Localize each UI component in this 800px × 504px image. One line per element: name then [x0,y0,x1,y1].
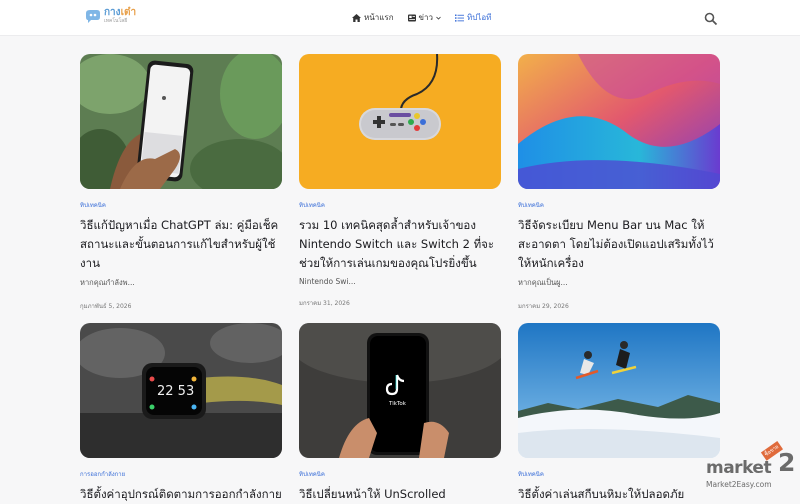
article-category[interactable]: การออกกำลังกาย [80,469,282,479]
search-button[interactable] [704,11,718,26]
article-date: มกราคม 31, 2026 [299,300,350,307]
article-category[interactable]: ทิปเทคนิค [299,200,501,210]
nav-label-news: ข่าว [418,13,433,22]
article-title[interactable]: วิธีจัดระเบียบ Menu Bar บน Mac ให้สะอาดต… [518,216,720,273]
article-category[interactable]: ทิปเทคนิค [518,200,720,210]
article-thumbnail[interactable] [299,54,501,189]
article-excerpt: หากคุณเป็นผู... [518,278,568,287]
article-category[interactable]: ทิปเทคนิค [518,469,720,479]
logo-tagline: เทคโนโลยี [104,18,128,24]
watermark-logo: ซื้อขาย market 2 Market2Easy.com [704,441,800,492]
search-icon [704,12,718,26]
article-card[interactable]: ทิปเทคนิค วิธีจัดระเบียบ Menu Bar บน Mac… [518,54,720,311]
article-date: มกราคม 29, 2026 [518,303,569,310]
article-card[interactable]: TikTok ทิปเทคนิค วิธีเปลี่ยนหน้าให้ UnSc… [299,323,501,504]
nav-item-home[interactable]: หน้าแรก [352,11,394,24]
article-thumbnail[interactable]: TikTok [299,323,501,458]
article-title[interactable]: วิธีตั้งค่าอุปกรณ์ติดตามการออกกำลังกาย [80,485,282,504]
article-excerpt: Nintendo Swi... [299,277,356,286]
logo-icon [84,9,101,24]
watermark-url: Market2Easy.com [706,480,772,489]
svg-text:22 53: 22 53 [157,384,194,399]
article-card[interactable]: ทิปเทคนิค รวม 10 เทคนิคสุดล้ำสำหรับเจ้าข… [299,54,501,308]
article-card[interactable]: ทิปเทคนิค วิธีแก้ปัญหาเมื่อ ChatGPT ล่ม:… [80,54,282,311]
site-logo[interactable]: กางเต๋า เทคโนโลยี [84,8,136,24]
article-title[interactable]: วิธีแก้ปัญหาเมื่อ ChatGPT ล่ม: คู่มือเช็… [80,216,282,273]
nav-item-it-tips[interactable]: ทิปไอที [454,11,492,24]
logo-text-a: กาง [104,7,121,18]
nav-label-it-tips: ทิปไอที [466,13,492,22]
article-card[interactable]: 22 53 การออกกำลังกาย วิธีตั้งค่าอุปกรณ์ต… [80,323,282,504]
nav-item-news[interactable]: ข่าว [407,11,441,24]
article-title[interactable]: วิธีเปลี่ยนหน้าให้ UnScrolled [299,485,501,504]
article-card[interactable]: ทิปเทคนิค วิธีตั้งค่าเล่นสกีบนหิมะให้ปลอ… [518,323,720,504]
article-category[interactable]: ทิปเทคนิค [80,200,282,210]
article-thumbnail[interactable]: 22 53 [80,323,282,458]
watermark-brand: market [706,458,772,478]
chevron-down-icon [436,16,441,20]
main-nav: หน้าแรก ข่าว ทิปไอที [352,11,491,24]
article-category[interactable]: ทิปเทคนิค [299,469,501,479]
nav-label-home: หน้าแรก [364,13,394,22]
list-icon [454,14,464,22]
article-title[interactable]: วิธีตั้งค่าเล่นสกีบนหิมะให้ปลอดภัย [518,485,720,504]
svg-text:TikTok: TikTok [388,401,407,407]
article-title[interactable]: รวม 10 เทคนิคสุดล้ำสำหรับเจ้าของ Nintend… [299,216,501,273]
news-icon [407,14,416,21]
article-date: กุมภาพันธ์ 5, 2026 [80,303,132,310]
article-excerpt: หากคุณกำลังพ... [80,278,135,287]
watermark-two: 2 [778,448,796,477]
article-thumbnail[interactable] [518,54,720,189]
article-thumbnail[interactable] [80,54,282,189]
logo-text-b: เต๋า [120,7,137,18]
article-thumbnail[interactable] [518,323,720,458]
home-icon [352,13,361,22]
top-navigation-bar: กางเต๋า เทคโนโลยี หน้าแรก ข่าว ทิปไอที [0,0,800,36]
